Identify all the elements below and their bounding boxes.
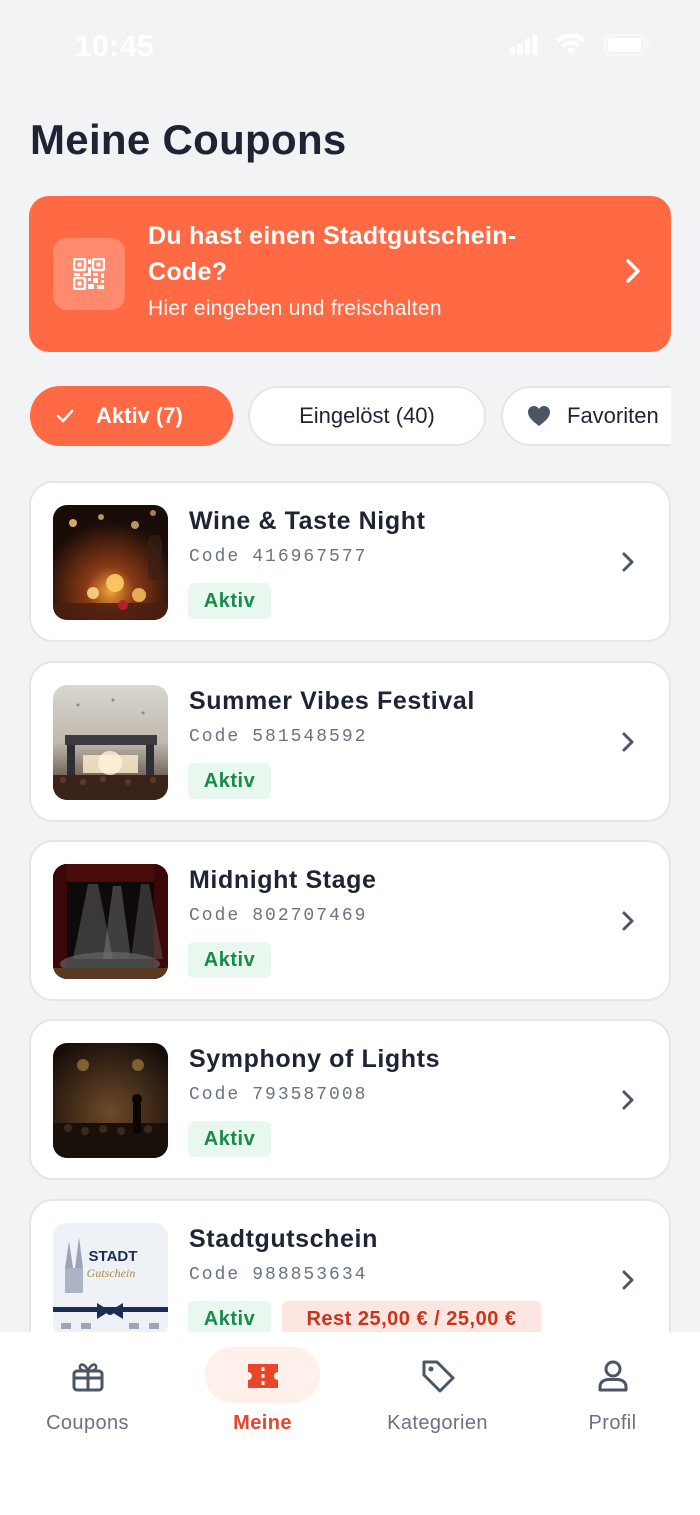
coupon-code-label: Code <box>189 906 241 926</box>
status-icons <box>510 34 650 56</box>
svg-text:Gutschein: Gutschein <box>87 1266 136 1280</box>
chevron-right-icon <box>626 259 640 283</box>
heart-icon <box>528 406 550 426</box>
wifi-icon <box>556 34 586 54</box>
status-badge: Aktiv <box>188 583 271 619</box>
coupon-title: Summer Vibes Festival <box>189 687 475 715</box>
coupon-code: Code 802707469 <box>189 906 367 926</box>
chevron-right-icon <box>622 1270 634 1290</box>
coupon-title: Stadtgutschein <box>189 1225 378 1253</box>
tab-label: Profil <box>588 1412 637 1434</box>
coupon-code-label: Code <box>189 727 241 747</box>
tab-meine[interactable]: Meine <box>175 1332 350 1452</box>
gift-icon <box>71 1356 105 1396</box>
check-icon <box>56 409 74 423</box>
coupon-card[interactable]: Summer Vibes Festival Code 581548592 Akti… <box>29 661 671 822</box>
page-title: Meine Coupons <box>30 116 347 163</box>
tab-kategorien[interactable]: Kategorien <box>350 1332 525 1452</box>
chevron-right-icon <box>622 911 634 931</box>
coupon-card[interactable]: Wine & Taste Night Code 416967577 Aktiv <box>29 481 671 642</box>
filter-chip-redeemed[interactable]: Eingelöst (40) <box>248 386 486 446</box>
coupon-code: Code 416967577 <box>189 547 367 567</box>
status-badge: Aktiv <box>188 942 271 978</box>
coupon-thumbnail <box>53 1043 168 1158</box>
signal-icon <box>510 35 538 55</box>
coupon-card[interactable]: Midnight Stage Code 802707469 Aktiv <box>29 840 671 1001</box>
coupon-code: Code 793587008 <box>189 1085 367 1105</box>
coupon-thumbnail <box>53 505 168 620</box>
tab-label: Coupons <box>46 1412 129 1434</box>
filter-chip-active[interactable]: Aktiv (7) <box>30 386 233 446</box>
coupon-code: Code 581548592 <box>189 727 367 747</box>
coupon-thumbnail <box>53 864 168 979</box>
coupon-code-value: 988853634 <box>252 1265 368 1285</box>
coupon-thumbnail <box>53 685 168 800</box>
coupon-code-label: Code <box>189 1265 241 1285</box>
svg-text:STADT: STADT <box>89 1248 138 1265</box>
filter-chips: Aktiv (7) Eingelöst (40) Favoriten <box>29 386 671 448</box>
filter-chip-favorites[interactable]: Favoriten <box>501 386 671 446</box>
coupon-code: Code 988853634 <box>189 1265 367 1285</box>
tab-label: Meine <box>233 1412 292 1434</box>
status-bar: 10:45 <box>0 0 700 92</box>
coupon-code-value: 416967577 <box>252 547 368 567</box>
coupon-title: Midnight Stage <box>189 866 377 894</box>
coupon-thumbnail: STADT Gutschein <box>53 1223 168 1338</box>
coupon-code-label: Code <box>189 547 241 567</box>
chevron-right-icon <box>622 552 634 572</box>
tab-label: Kategorien <box>387 1412 488 1434</box>
tab-coupons[interactable]: Coupons <box>0 1332 175 1452</box>
user-icon <box>597 1356 629 1396</box>
coupon-title: Wine & Taste Night <box>189 507 426 535</box>
chevron-right-icon <box>622 1090 634 1110</box>
tab-profil[interactable]: Profil <box>525 1332 700 1452</box>
filter-chip-redeemed-label: Eingelöst (40) <box>299 403 435 428</box>
coupon-code-value: 793587008 <box>252 1085 368 1105</box>
chevron-right-icon <box>622 732 634 752</box>
ticket-icon <box>245 1356 281 1396</box>
bottom-tab-bar: Coupons Meine Kategorien Profil <box>0 1332 700 1515</box>
status-time: 10:45 <box>75 30 155 63</box>
status-badge: Aktiv <box>188 763 271 799</box>
promo-subtitle: Hier eingeben und freischalten <box>148 297 442 320</box>
qr-code-icon <box>53 238 125 310</box>
promo-title: Du hast einen Stadtgutschein-Code? <box>148 222 517 286</box>
filter-chip-favorites-label: Favoriten <box>567 403 659 428</box>
tag-icon <box>420 1356 456 1396</box>
coupon-code-value: 581548592 <box>252 727 368 747</box>
status-badge: Aktiv <box>188 1121 271 1157</box>
battery-icon <box>604 34 649 56</box>
coupon-code-value: 802707469 <box>252 906 368 926</box>
redeem-code-banner[interactable]: Du hast einen Stadtgutschein-Code? Hier … <box>29 196 671 352</box>
coupon-title: Symphony of Lights <box>189 1045 441 1073</box>
coupon-code-label: Code <box>189 1085 241 1105</box>
filter-chip-active-label: Aktiv (7) <box>96 403 183 428</box>
coupon-card[interactable]: Symphony of Lights Code 793587008 Aktiv <box>29 1019 671 1180</box>
